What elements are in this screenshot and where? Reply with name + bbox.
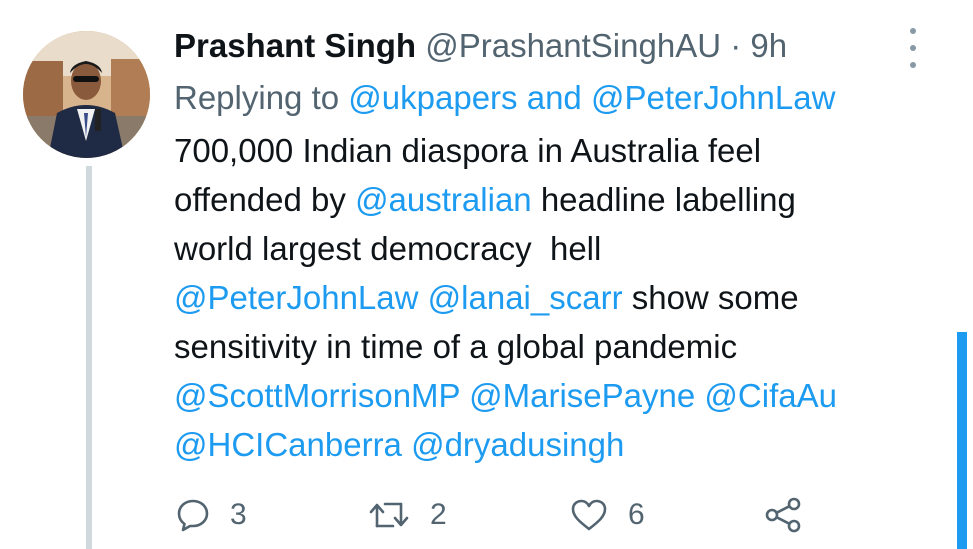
author-name[interactable]: Prashant Singh (174, 27, 416, 64)
retweet-button[interactable]: 2 (368, 491, 447, 539)
mention-cifaau[interactable]: @CifaAu (704, 377, 837, 414)
reply-mention-peterjohnlaw[interactable]: @PeterJohnLaw (591, 79, 835, 116)
reply-count: 3 (230, 498, 247, 531)
mention-australian[interactable]: @australian (355, 181, 532, 218)
mention-hcicanberra[interactable]: @HCICanberra (174, 426, 402, 463)
tweet-text-fragment: show some (622, 279, 799, 316)
reply-and-text[interactable]: and (527, 79, 582, 116)
author-handle[interactable]: @PrashantSinghAU (425, 27, 721, 64)
more-options-button[interactable] (901, 28, 925, 68)
mention-marisepayne[interactable]: @MarisePayne (469, 377, 695, 414)
time-separator: · (730, 27, 742, 64)
tweet-text: 700,000 Indian diaspora in Australia fee… (174, 126, 837, 469)
reply-mention-ukpapers[interactable]: @ukpapers (348, 79, 517, 116)
tweet-text-line: world largest democracy hell (174, 230, 602, 267)
scrollbar-thumb[interactable] (957, 332, 967, 549)
tweet-text-line: @ScottMorrisonMP @MarisePayne @CifaAu (174, 371, 837, 420)
retweet-icon (369, 502, 409, 528)
tweet-text-fragment: offended by (174, 181, 356, 218)
tweet-actions-bar: 3 2 6 (176, 491, 816, 539)
tweet-header: Prashant Singh @PrashantSinghAU · 9h (174, 22, 787, 70)
mention-scottmorrisonmp[interactable]: @ScottMorrisonMP (174, 377, 460, 414)
tweet-time[interactable]: 9h (750, 27, 787, 64)
mention-peterjohnlaw[interactable]: @PeterJohnLaw (174, 279, 418, 316)
tweet-text-line: offended by @australian headline labelli… (174, 175, 837, 224)
mention-lanai-scarr[interactable]: @lanai_scarr (428, 279, 623, 316)
tweet-text-line: @PeterJohnLaw @lanai_scarr show some (174, 273, 837, 322)
mention-dryadusingh[interactable]: @dryadusingh (411, 426, 624, 463)
tweet-text-fragment: headline labelling (531, 181, 796, 218)
thread-connector-line (86, 166, 92, 549)
replying-to-label: Replying to (174, 79, 340, 116)
more-vertical-icon (910, 28, 916, 34)
tweet-text-line: sensitivity in time of a global pandemic (174, 328, 738, 365)
tweet-text-line: 700,000 Indian diaspora in Australia fee… (174, 132, 762, 169)
share-icon (765, 497, 801, 533)
reply-icon (177, 499, 209, 532)
like-button[interactable]: 6 (570, 491, 645, 539)
replying-to-line: Replying to @ukpapers and @PeterJohnLaw (174, 74, 835, 122)
tweet-text-line: @HCICanberra @dryadusingh (174, 420, 837, 469)
reply-button[interactable]: 3 (176, 491, 247, 539)
author-avatar[interactable] (23, 31, 150, 158)
like-count: 6 (628, 498, 645, 531)
retweet-count: 2 (430, 498, 447, 531)
heart-icon (571, 499, 607, 531)
share-button[interactable] (764, 491, 804, 539)
